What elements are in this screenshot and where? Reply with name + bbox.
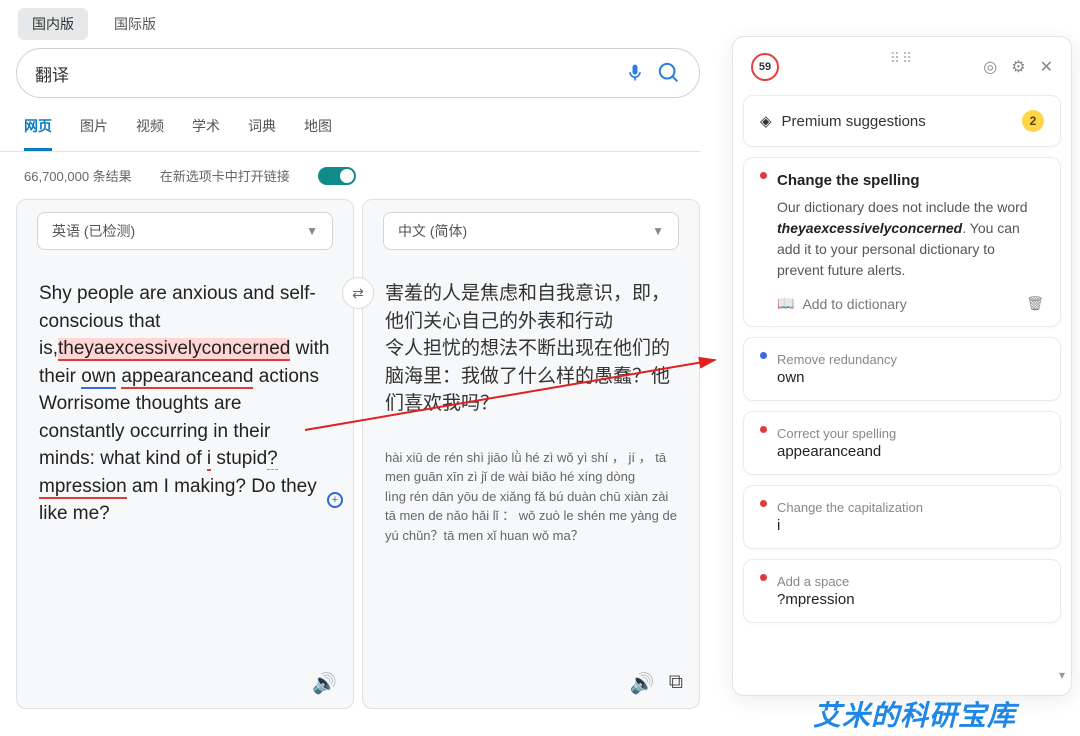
tab-international[interactable]: 国际版 [100, 8, 170, 40]
target-language-label: 中文 (简体) [398, 221, 467, 241]
suggestion-word: ?mpression [777, 591, 855, 608]
tab-video[interactable]: 视频 [136, 116, 164, 151]
dot-red-icon [760, 500, 767, 507]
target-column: 中文 (简体) ▼ 害羞的人是焦虑和自我意识，即，他们关心自己的外表和行动 令人… [362, 199, 700, 709]
source-column: 英语 (已检测) ▼ Shy people are anxious and se… [16, 199, 354, 709]
premium-suggestions-card[interactable]: ◈ Premium suggestions 2 [743, 95, 1061, 147]
error-theya[interactable]: theyaexcessivelyconcerned [58, 338, 290, 361]
suggestion-word: own [777, 369, 897, 386]
suggestion-card-space[interactable]: Add a space ?mpression [743, 559, 1061, 623]
nav-tabs: 网页 图片 视频 学术 词典 地图 [0, 98, 700, 152]
dictionary-add-icon: 📖 [777, 295, 794, 312]
grammarly-score[interactable]: 59 [751, 53, 779, 81]
suggestion-description: Our dictionary does not include the word… [777, 197, 1044, 281]
tab-web[interactable]: 网页 [24, 116, 52, 151]
target-text: 害羞的人是焦虑和自我意识，即，他们关心自己的外表和行动 令人担忧的想法不断出现在… [363, 262, 699, 436]
search-bar[interactable]: 翻译 [16, 48, 700, 98]
chevron-down-icon: ▼ [652, 224, 664, 238]
grammarly-badge-icon[interactable]: + [327, 492, 343, 508]
source-language-select[interactable]: 英语 (已检测) ▼ [37, 212, 333, 250]
hint-own[interactable]: own [81, 366, 116, 389]
results-count: 66,700,000 条结果 [24, 166, 132, 185]
suggestion-card-main[interactable]: Change the spelling Our dictionary does … [743, 157, 1061, 327]
suggestion-word: i [777, 517, 923, 534]
suggestion-card-spelling[interactable]: Correct your spelling appearanceand [743, 411, 1061, 475]
chevron-down-icon: ▼ [306, 224, 318, 238]
trash-icon[interactable]: 🗑 [1026, 295, 1044, 312]
premium-label: Premium suggestions [782, 113, 926, 130]
translate-widget: 英语 (已检测) ▼ Shy people are anxious and se… [16, 199, 700, 709]
dot-red-icon [760, 172, 767, 179]
dot-red-icon [760, 426, 767, 433]
grammarly-header: 59 ⠿⠿ ◎ ⚙ ✕ [743, 47, 1061, 95]
suggestion-title: Change the capitalization [777, 500, 923, 515]
version-tabs: 国内版 国际版 [0, 0, 1080, 40]
speaker-icon[interactable]: 🔊 [630, 671, 655, 696]
add-to-dictionary-button[interactable]: 📖 Add to dictionary [777, 295, 907, 312]
error-mpression[interactable]: mpression [39, 476, 127, 499]
tab-map[interactable]: 地图 [304, 116, 332, 151]
suggestion-title: Correct your spelling [777, 426, 896, 441]
suggestion-title: Remove redundancy [777, 352, 897, 367]
copy-icon[interactable]: ⧉ [669, 671, 683, 696]
mic-icon[interactable] [623, 61, 647, 85]
grammarly-panel: 59 ⠿⠿ ◎ ⚙ ✕ ◈ Premium suggestions 2 Chan… [732, 36, 1072, 696]
target-language-select[interactable]: 中文 (简体) ▼ [383, 212, 679, 250]
search-input[interactable]: 翻译 [35, 61, 613, 86]
speaker-icon[interactable]: 🔊 [312, 671, 337, 696]
premium-count-badge: 2 [1022, 110, 1044, 132]
suggestion-word: appearanceand [777, 443, 896, 460]
results-bar: 66,700,000 条结果 在新选项卡中打开链接 [0, 152, 700, 199]
close-icon[interactable]: ✕ [1040, 57, 1053, 77]
tab-scholar[interactable]: 学术 [192, 116, 220, 151]
drag-handle-icon[interactable]: ⠿⠿ [890, 50, 915, 67]
scroll-down-icon[interactable]: ▾ [1057, 665, 1067, 685]
suggestion-card-capitalization[interactable]: Change the capitalization i [743, 485, 1061, 549]
tab-image[interactable]: 图片 [80, 116, 108, 151]
gear-icon[interactable]: ⚙ [1011, 57, 1025, 77]
dot-blue-icon [760, 352, 767, 359]
suggestion-card-redundancy[interactable]: Remove redundancy own [743, 337, 1061, 401]
tab-domestic[interactable]: 国内版 [18, 8, 88, 40]
src-p5: stupid [211, 448, 267, 469]
goals-icon[interactable]: ◎ [983, 57, 997, 77]
diamond-icon: ◈ [760, 112, 772, 130]
source-text[interactable]: Shy people are anxious and self-consciou… [17, 262, 353, 546]
open-new-tab-toggle[interactable] [318, 167, 356, 185]
watermark-text: 艾米的科研宝库 [813, 694, 1016, 734]
tab-dictionary[interactable]: 词典 [248, 116, 276, 151]
swap-languages-button[interactable]: ⇄ [342, 277, 374, 309]
dot-red-icon [760, 574, 767, 581]
open-new-tab-label: 在新选项卡中打开链接 [160, 166, 290, 185]
error-appearanceand[interactable]: appearanceand [121, 366, 253, 389]
pinyin-text: hài xiū de rén shì jiāo lǜ hé zì wǒ yì s… [363, 436, 699, 558]
hint-qmark[interactable]: ? [267, 448, 278, 470]
source-language-label: 英语 (已检测) [52, 221, 135, 241]
suggestion-title: Add a space [777, 574, 855, 589]
suggestion-title: Change the spelling [777, 172, 1044, 189]
search-icon[interactable] [657, 61, 681, 85]
